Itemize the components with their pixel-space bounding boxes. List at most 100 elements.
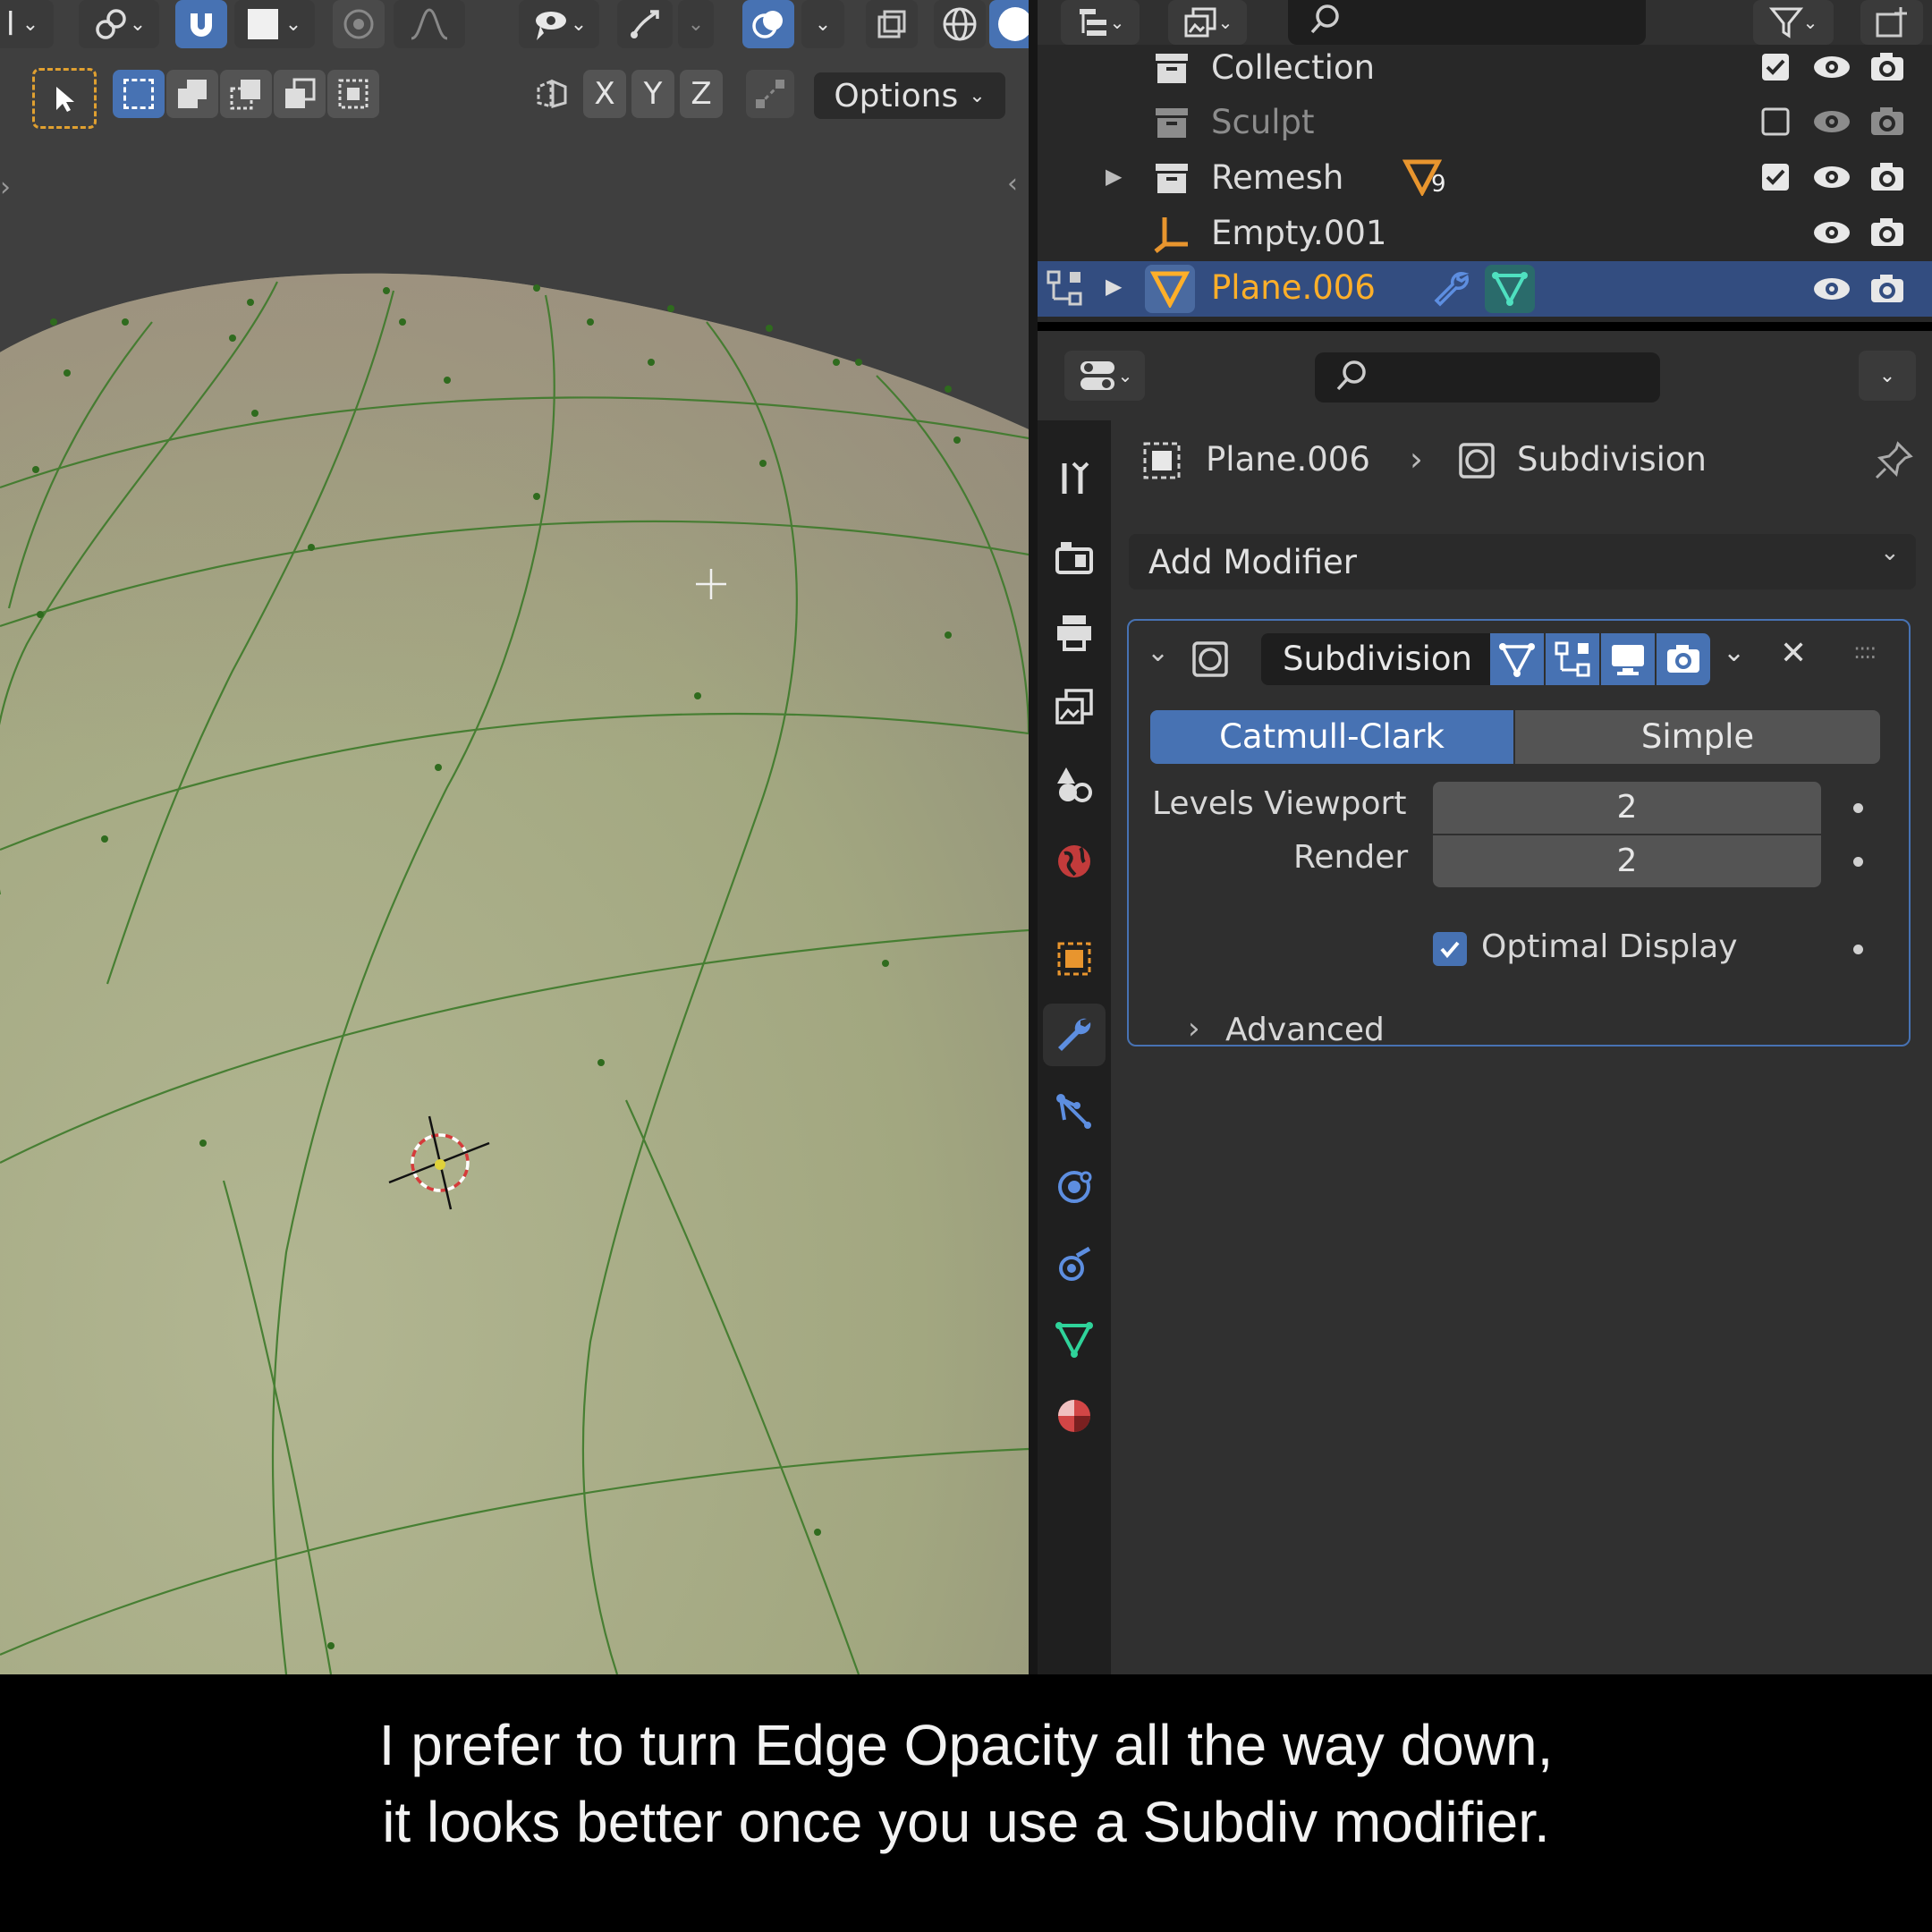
tab-data[interactable] <box>1043 1308 1106 1370</box>
gizmo-toggle[interactable] <box>617 0 673 48</box>
editor-type-dropdown[interactable]: ⌄ <box>1061 0 1140 45</box>
world-globe-icon <box>1058 845 1090 877</box>
solid-shading-button[interactable] <box>989 0 1029 48</box>
eye-icon[interactable] <box>1812 217 1852 248</box>
caption-line-2: it looks better once you use a Subdiv mo… <box>382 1790 1550 1854</box>
mode-subtract-selection[interactable] <box>220 70 272 118</box>
toolbar-expand-arrow-icon[interactable]: › <box>0 172 11 203</box>
outliner-row-plane[interactable]: ▶ Plane.006 <box>1038 261 1932 317</box>
outliner-row-sculpt[interactable]: Sculpt <box>1038 96 1932 151</box>
properties-options-dropdown[interactable]: ⌄ <box>1859 351 1916 401</box>
mode-invert-selection[interactable] <box>274 70 326 118</box>
transform-pivot-dropdown[interactable]: ⌄ <box>79 0 159 48</box>
sidebar-expand-arrow-icon[interactable]: ‹ <box>1007 168 1018 199</box>
overlays-toggle[interactable] <box>742 0 794 48</box>
3d-viewport[interactable]: l ⌄ ⌄ ⌄ ⌄ ⌄ ⌄ X Y Z Options ⌄ › ‹ <box>0 0 1029 1674</box>
selectability-visibility-dropdown[interactable]: ⌄ <box>519 0 599 48</box>
render-toggle[interactable] <box>1657 633 1710 685</box>
select-tool-button[interactable] <box>32 68 97 129</box>
tab-material[interactable] <box>1043 1385 1106 1447</box>
on-cage-toggle[interactable] <box>1546 633 1599 685</box>
camera-icon[interactable] <box>1868 216 1907 250</box>
view-layer-icon <box>1055 689 1093 724</box>
tab-render[interactable] <box>1043 526 1106 589</box>
wireframe-shading-button[interactable] <box>934 0 986 48</box>
checkmark-icon <box>1440 941 1460 959</box>
tab-modifiers[interactable] <box>1043 1004 1106 1066</box>
outliner-search-input[interactable] <box>1288 0 1646 45</box>
mirror-options-icon-button[interactable] <box>528 70 576 118</box>
gizmo-dropdown[interactable]: ⌄ <box>678 0 714 48</box>
camera-icon[interactable] <box>1868 105 1907 139</box>
eye-icon[interactable] <box>1812 162 1852 192</box>
realtime-viewport-toggle[interactable] <box>1601 633 1655 685</box>
eye-icon[interactable] <box>1812 274 1852 304</box>
tab-world[interactable] <box>1043 830 1106 893</box>
mode-dropdown[interactable]: l ⌄ <box>0 0 54 48</box>
keyframe-dot-icon[interactable] <box>1853 803 1863 813</box>
falloff-dropdown[interactable] <box>394 0 465 48</box>
tab-constraints[interactable] <box>1043 1233 1106 1295</box>
checkbox-unchecked-icon[interactable] <box>1760 106 1791 137</box>
advanced-subpanel-header[interactable]: Advanced <box>1225 1012 1385 1048</box>
tab-object[interactable] <box>1043 928 1106 990</box>
properties-search-input[interactable] <box>1315 352 1660 402</box>
xray-toggle[interactable] <box>866 0 918 48</box>
options-dropdown[interactable]: Options ⌄ <box>814 72 1005 119</box>
proportional-edit-toggle[interactable] <box>333 0 385 48</box>
camera-icon[interactable] <box>1868 50 1907 84</box>
optimal-display-checkbox[interactable] <box>1433 932 1467 966</box>
tab-tool[interactable] <box>1043 447 1106 510</box>
drag-handle-icon[interactable]: :::: <box>1853 639 1877 664</box>
wrench-icon[interactable] <box>1431 268 1470 308</box>
mode-simple[interactable]: Simple <box>1515 710 1880 764</box>
eye-icon[interactable] <box>1812 106 1852 137</box>
filter-dropdown[interactable]: ⌄ <box>1753 0 1834 45</box>
tool-settings-bar: X Y Z Options ⌄ <box>0 63 1029 129</box>
pin-icon[interactable] <box>1873 440 1914 481</box>
expand-triangle-icon[interactable]: ▶ <box>1106 164 1122 189</box>
keyframe-dot-icon[interactable] <box>1853 945 1863 954</box>
eye-icon[interactable] <box>1812 52 1852 82</box>
outliner-row-empty[interactable]: Empty.001 <box>1038 207 1932 262</box>
chevron-right-icon[interactable]: › <box>1188 1011 1200 1046</box>
render-levels-field[interactable]: 2 <box>1433 835 1821 887</box>
tab-view-layer[interactable] <box>1043 676 1106 739</box>
chevron-down-icon[interactable]: ⌄ <box>1723 637 1745 668</box>
snap-toggle[interactable] <box>175 0 227 48</box>
collapse-chevron-icon[interactable]: ⌄ <box>1147 637 1169 668</box>
snap-target-dropdown[interactable]: ⌄ <box>234 0 315 48</box>
sphere-mesh-render <box>0 0 1029 1674</box>
mode-new-selection[interactable] <box>113 70 165 118</box>
overlays-dropdown[interactable]: ⌄ <box>801 0 844 48</box>
checkbox-checked-icon[interactable] <box>1760 162 1791 192</box>
tab-output[interactable] <box>1043 601 1106 664</box>
levels-viewport-field[interactable]: 2 <box>1433 782 1821 834</box>
new-collection-button[interactable] <box>1860 0 1923 45</box>
tab-physics[interactable] <box>1043 1156 1106 1218</box>
outliner-row-remesh[interactable]: ▶ Remesh 9 <box>1038 151 1932 207</box>
expand-triangle-icon[interactable]: ▶ <box>1106 274 1122 299</box>
tab-scene[interactable] <box>1043 753 1106 816</box>
mirror-z-button[interactable]: Z <box>680 70 723 118</box>
tab-particles[interactable] <box>1043 1080 1106 1143</box>
mirror-y-button[interactable]: Y <box>631 70 674 118</box>
mode-intersect-selection[interactable] <box>327 70 379 118</box>
area-divider[interactable] <box>1029 0 1038 1674</box>
mode-extend-selection[interactable] <box>166 70 218 118</box>
close-icon[interactable]: ✕ <box>1780 635 1807 672</box>
modifier-name-field[interactable]: Subdivision <box>1261 633 1490 685</box>
mirror-x-button[interactable]: X <box>583 70 626 118</box>
keyframe-dot-icon[interactable] <box>1853 857 1863 867</box>
topology-mirror-button[interactable] <box>746 70 794 118</box>
outliner-row-collection[interactable]: Collection <box>1038 41 1932 97</box>
add-modifier-dropdown[interactable]: Add Modifier ⌄ <box>1129 534 1916 589</box>
camera-icon[interactable] <box>1868 272 1907 306</box>
mode-catmull-clark[interactable]: Catmull-Clark <box>1150 710 1513 764</box>
display-mode-dropdown[interactable]: ⌄ <box>1168 0 1247 45</box>
camera-icon[interactable] <box>1868 160 1907 194</box>
properties-editor-type-dropdown[interactable]: ⌄ <box>1064 351 1145 401</box>
on-cage-icon <box>1555 641 1590 677</box>
edit-mode-toggle[interactable] <box>1490 633 1544 685</box>
checkbox-checked-icon[interactable] <box>1760 52 1791 82</box>
